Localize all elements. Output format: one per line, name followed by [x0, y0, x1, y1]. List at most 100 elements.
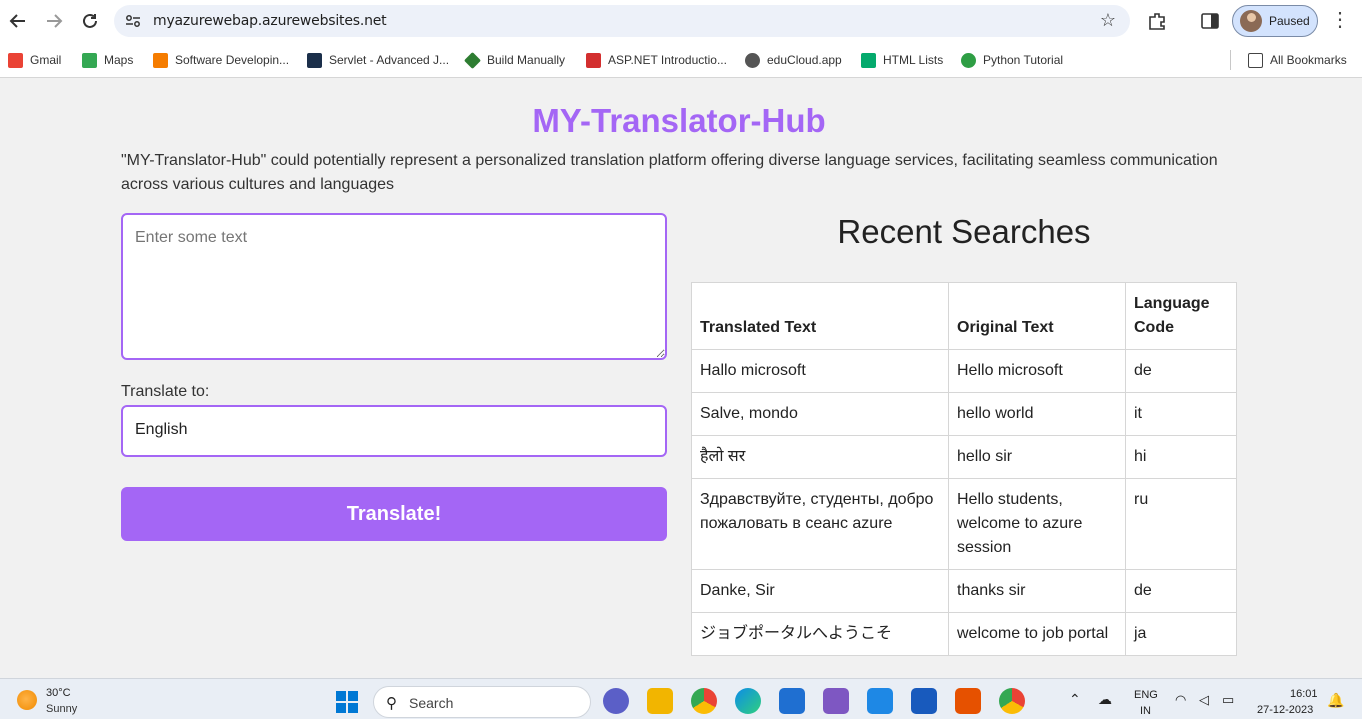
wifi-icon[interactable]: ◠: [1175, 692, 1186, 708]
page-content: MY-Translator-Hub "MY-Translator-Hub" co…: [0, 79, 1362, 678]
profile-button[interactable]: Paused: [1232, 5, 1318, 37]
language-input[interactable]: English: [121, 405, 667, 457]
extensions-icon[interactable]: [1146, 10, 1168, 32]
bookmark-gmail[interactable]: Gmail: [8, 51, 61, 69]
cell-code: de: [1125, 349, 1237, 393]
folder-icon: [1248, 52, 1263, 68]
cell-code: hi: [1125, 435, 1237, 479]
bookmark-servlet[interactable]: Servlet - Advanced J...: [307, 51, 449, 69]
taskbar: 30°C Sunny ⚲ Search ⌃ ☁ ENG IN ◠ ◁ ▭ 16:…: [0, 678, 1362, 719]
taskbar-search[interactable]: ⚲ Search: [373, 686, 591, 718]
snipping-tool-icon[interactable]: [955, 688, 981, 714]
battery-icon[interactable]: ▭: [1222, 692, 1234, 708]
chrome-icon[interactable]: [691, 688, 717, 714]
csharp-corner-icon: [586, 52, 601, 68]
cloud-offline-icon[interactable]: ☁: [1098, 691, 1112, 708]
bookmark-python-tutorial[interactable]: Python Tutorial: [961, 51, 1063, 69]
side-panel-icon[interactable]: [1199, 10, 1221, 32]
cell-original: welcome to job portal: [948, 612, 1126, 656]
diamond-icon: [464, 51, 481, 69]
page-description: "MY-Translator-Hub" could potentially re…: [121, 152, 1218, 193]
python-icon: [961, 52, 976, 68]
cell-translated: Salve, mondo: [691, 392, 949, 436]
back-arrow-icon[interactable]: [6, 9, 30, 33]
language-bottom[interactable]: IN: [1140, 705, 1151, 717]
globe-icon: [745, 52, 760, 68]
cell-code: ja: [1125, 612, 1237, 656]
chevron-up-icon[interactable]: ⌃: [1069, 691, 1081, 708]
table-row: Danke, Sir thanks sir de: [691, 569, 1237, 613]
clock-date[interactable]: 27-12-2023: [1257, 704, 1313, 716]
cell-original: hello sir: [948, 435, 1126, 479]
volume-icon[interactable]: ◁: [1199, 692, 1209, 708]
header-translated-text: Translated Text: [691, 282, 949, 350]
cell-translated: ジョブポータルへようこそ: [691, 612, 949, 656]
windows-start-icon[interactable]: [336, 691, 358, 713]
bookmark-label: eduCloud.app: [767, 53, 842, 67]
word-icon[interactable]: [911, 688, 937, 714]
cell-code: it: [1125, 392, 1237, 436]
bookmark-html-lists[interactable]: HTML Lists: [861, 51, 943, 69]
browser-toolbar: myazurewebap.azurewebsites.net ☆ Paused …: [0, 0, 1362, 42]
forward-arrow-icon[interactable]: [42, 9, 66, 33]
bookmark-label: ASP.NET Introductio...: [608, 53, 727, 67]
browser-menu-icon[interactable]: ⋮: [1330, 9, 1350, 33]
bookmark-label: Build Manually: [487, 53, 566, 67]
cell-translated: Danke, Sir: [691, 569, 949, 613]
table-row: Salve, mondo hello world it: [691, 392, 1237, 436]
notepad-icon[interactable]: [867, 688, 893, 714]
bookmark-label: Software Developin...: [175, 53, 290, 67]
recent-searches-title: Recent Searches: [837, 213, 1091, 250]
bookmark-educloud[interactable]: eduCloud.app: [745, 51, 842, 69]
w3schools-icon: [861, 52, 876, 68]
url-text[interactable]: myazurewebap.azurewebsites.net: [153, 13, 387, 29]
site-info-icon[interactable]: [124, 12, 142, 30]
chrome-profile-icon[interactable]: [999, 688, 1025, 714]
bookmark-label: Maps: [104, 53, 134, 67]
language-top[interactable]: ENG: [1134, 689, 1158, 701]
bookmark-aspnet[interactable]: ASP.NET Introductio...: [586, 51, 727, 69]
weather-desc[interactable]: Sunny: [46, 703, 77, 715]
blogger-icon: [153, 52, 168, 68]
meet-icon[interactable]: [603, 688, 629, 714]
profile-status: Paused: [1269, 14, 1310, 28]
bookmark-star-icon[interactable]: ☆: [1100, 10, 1116, 31]
cell-original: Hello students, welcome to azure session: [948, 478, 1126, 570]
bookmark-maps[interactable]: Maps: [82, 51, 133, 69]
cell-code: ru: [1125, 478, 1237, 570]
page-title: MY-Translator-Hub: [532, 102, 826, 139]
bookmarks-divider: [1230, 50, 1231, 70]
bookmark-software-developing[interactable]: Software Developin...: [153, 51, 289, 69]
gmail-icon: [8, 52, 23, 68]
clipchamp-icon[interactable]: [823, 688, 849, 714]
mail-icon[interactable]: [779, 688, 805, 714]
servlet-icon: [307, 52, 322, 68]
cell-original: thanks sir: [948, 569, 1126, 613]
weather-temp[interactable]: 30°C: [46, 687, 71, 699]
bookmark-label: Gmail: [30, 53, 62, 67]
translate-to-label: Translate to:: [121, 383, 210, 400]
cell-code: de: [1125, 569, 1237, 613]
text-input[interactable]: [121, 213, 667, 360]
notification-bell-icon[interactable]: 🔔: [1327, 692, 1344, 709]
bookmark-label: Servlet - Advanced J...: [329, 53, 450, 67]
cell-translated: हैलो सर: [691, 435, 949, 479]
all-bookmarks-label: All Bookmarks: [1270, 53, 1347, 67]
file-explorer-icon[interactable]: [647, 688, 673, 714]
all-bookmarks[interactable]: All Bookmarks: [1248, 51, 1347, 69]
header-original-text: Original Text: [948, 282, 1126, 350]
bookmark-build-manually[interactable]: Build Manually: [464, 51, 566, 69]
cell-original: hello world: [948, 392, 1126, 436]
table-row: Здравствуйте, студенты, добро пожаловать…: [691, 478, 1237, 570]
edge-icon[interactable]: [735, 688, 761, 714]
translate-button[interactable]: Translate!: [121, 487, 667, 541]
bookmark-label: HTML Lists: [883, 53, 944, 67]
reload-icon[interactable]: [78, 9, 102, 33]
clock-time[interactable]: 16:01: [1290, 688, 1318, 700]
table-row: हैलो सर hello sir hi: [691, 435, 1237, 479]
cell-original: Hello microsoft: [948, 349, 1126, 393]
address-bar[interactable]: myazurewebap.azurewebsites.net ☆: [114, 5, 1130, 37]
table-row: Hallo microsoft Hello microsoft de: [691, 349, 1237, 393]
sun-icon[interactable]: [17, 690, 37, 710]
bookmarks-bar: Gmail Maps Software Developin... Servlet…: [0, 42, 1362, 78]
